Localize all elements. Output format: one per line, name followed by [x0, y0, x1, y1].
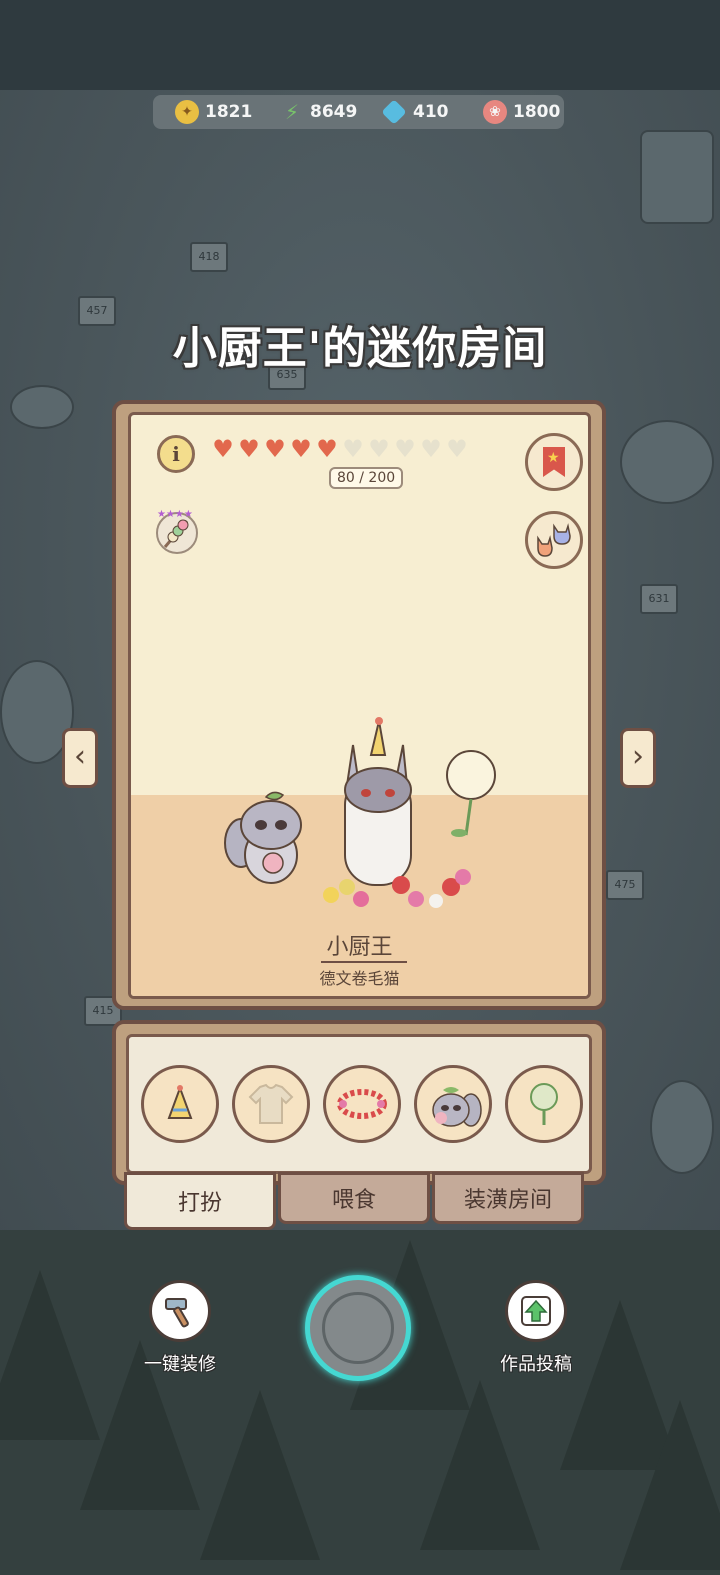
one-click-decorate-button[interactable] [149, 1280, 211, 1342]
room-title: 小厨王'的迷你房间 [172, 323, 548, 374]
astronaut-decoration [650, 1080, 714, 1174]
item-slot-accessory[interactable] [323, 1065, 401, 1143]
item-slot-companion[interactable] [414, 1065, 492, 1143]
gem-value: 410 [413, 102, 449, 122]
heart-empty-icon: ♥ [368, 435, 390, 463]
candy-value: 1800 [513, 102, 561, 122]
shirt-icon [248, 1083, 294, 1124]
heart-full-icon: ♥ [316, 435, 338, 463]
cat-character [344, 717, 412, 886]
hammer-icon [165, 1298, 189, 1328]
heart-empty-icon: ♥ [420, 435, 442, 463]
svg-text:★★★★: ★★★★ [157, 509, 193, 520]
tab-decorate-room[interactable]: 装潢房间 [432, 1172, 584, 1224]
next-room-button[interactable]: › [620, 728, 656, 788]
submit-work-label: 作品投稿 [500, 1354, 572, 1375]
affection-hearts: ♥ ♥ ♥ ♥ ♥ ♥ ♥ ♥ ♥ ♥ [211, 437, 469, 461]
bookmark-button[interactable] [525, 433, 583, 491]
heart-empty-icon: ♥ [394, 435, 416, 463]
energy-icon: ⚡ [284, 100, 300, 124]
resource-gems[interactable]: 410 [381, 95, 449, 129]
resource-energy[interactable]: ⚡ 8649 [280, 95, 357, 129]
info-button[interactable]: i [157, 435, 195, 473]
prev-room-button[interactable]: ‹ [62, 728, 98, 788]
flower-wreath-icon [337, 1089, 387, 1119]
heart-full-icon: ♥ [238, 435, 260, 463]
heart-empty-icon: ♥ [446, 435, 468, 463]
shop-decoration [640, 130, 714, 224]
party-hat-icon [167, 1085, 193, 1119]
resource-bar: ✦ 1821 ⚡ 8649 410 ❀ 1800 [153, 95, 564, 129]
item-slot-plant[interactable] [505, 1065, 583, 1143]
room-frame: i ♥ ♥ ♥ ♥ ♥ ♥ ♥ ♥ ♥ ♥ 80 / 200 ★ ★★★★ 小厨… [112, 400, 606, 1010]
tree-decoration [620, 1400, 720, 1570]
item-slot-hat[interactable] [141, 1065, 219, 1143]
heart-full-icon: ♥ [212, 435, 234, 463]
affection-progress: 80 / 200 [329, 467, 404, 489]
room-sign: 418 [190, 242, 228, 272]
dandelion-plant [446, 750, 496, 837]
dandelion-icon [530, 1083, 558, 1125]
cat-switch-button[interactable] [525, 511, 583, 569]
raccoon-icon [432, 1087, 482, 1127]
tab-feed-label: 喂食 [331, 1188, 376, 1213]
resource-coins[interactable]: ✦ 1821 [175, 95, 252, 129]
name-underline [321, 961, 407, 963]
heart-full-icon: ♥ [290, 435, 312, 463]
tree-decoration [200, 1390, 320, 1560]
background-top [0, 0, 720, 90]
candy-icon: ❀ [483, 100, 507, 124]
tab-feed[interactable]: 喂食 [278, 1172, 430, 1224]
heart-full-icon: ♥ [264, 435, 286, 463]
gem-icon [381, 99, 407, 125]
tab-dress-up[interactable]: 打扮 [124, 1172, 276, 1230]
capture-inner-ring [322, 1292, 394, 1364]
coin-value: 1821 [205, 102, 253, 122]
room-sign: 475 [606, 870, 644, 900]
cats-icon [537, 523, 571, 557]
bookmark-icon [543, 447, 565, 477]
room-view: i ♥ ♥ ♥ ♥ ♥ ♥ ♥ ♥ ♥ ♥ 80 / 200 ★ ★★★★ 小厨… [128, 412, 591, 999]
room-scene [224, 717, 496, 908]
submit-work-button[interactable] [505, 1280, 567, 1342]
pot-decoration [620, 420, 714, 504]
item-slot-clothing[interactable] [232, 1065, 310, 1143]
energy-value: 8649 [310, 102, 358, 122]
village-decoration [10, 385, 74, 429]
raccoon-character [224, 791, 302, 884]
room-sign: 631 [640, 584, 678, 614]
resource-candy[interactable]: ❀ 1800 [483, 95, 560, 129]
tab-dress-up-label: 打扮 [177, 1191, 222, 1216]
coin-icon: ✦ [175, 100, 199, 124]
capture-button[interactable] [305, 1275, 411, 1381]
one-click-decorate-label: 一键装修 [144, 1354, 216, 1375]
tab-decorate-label: 装潢房间 [463, 1188, 552, 1213]
pet-name: 小厨王 [326, 935, 393, 960]
food-buff-icon[interactable]: ★★★★ [153, 507, 201, 555]
item-panel-inner [126, 1034, 592, 1174]
item-panel [112, 1020, 606, 1185]
upload-icon [521, 1296, 551, 1326]
pet-breed: 德文卷毛猫 [319, 969, 400, 988]
tree-decoration [420, 1380, 540, 1550]
heart-empty-icon: ♥ [342, 435, 364, 463]
